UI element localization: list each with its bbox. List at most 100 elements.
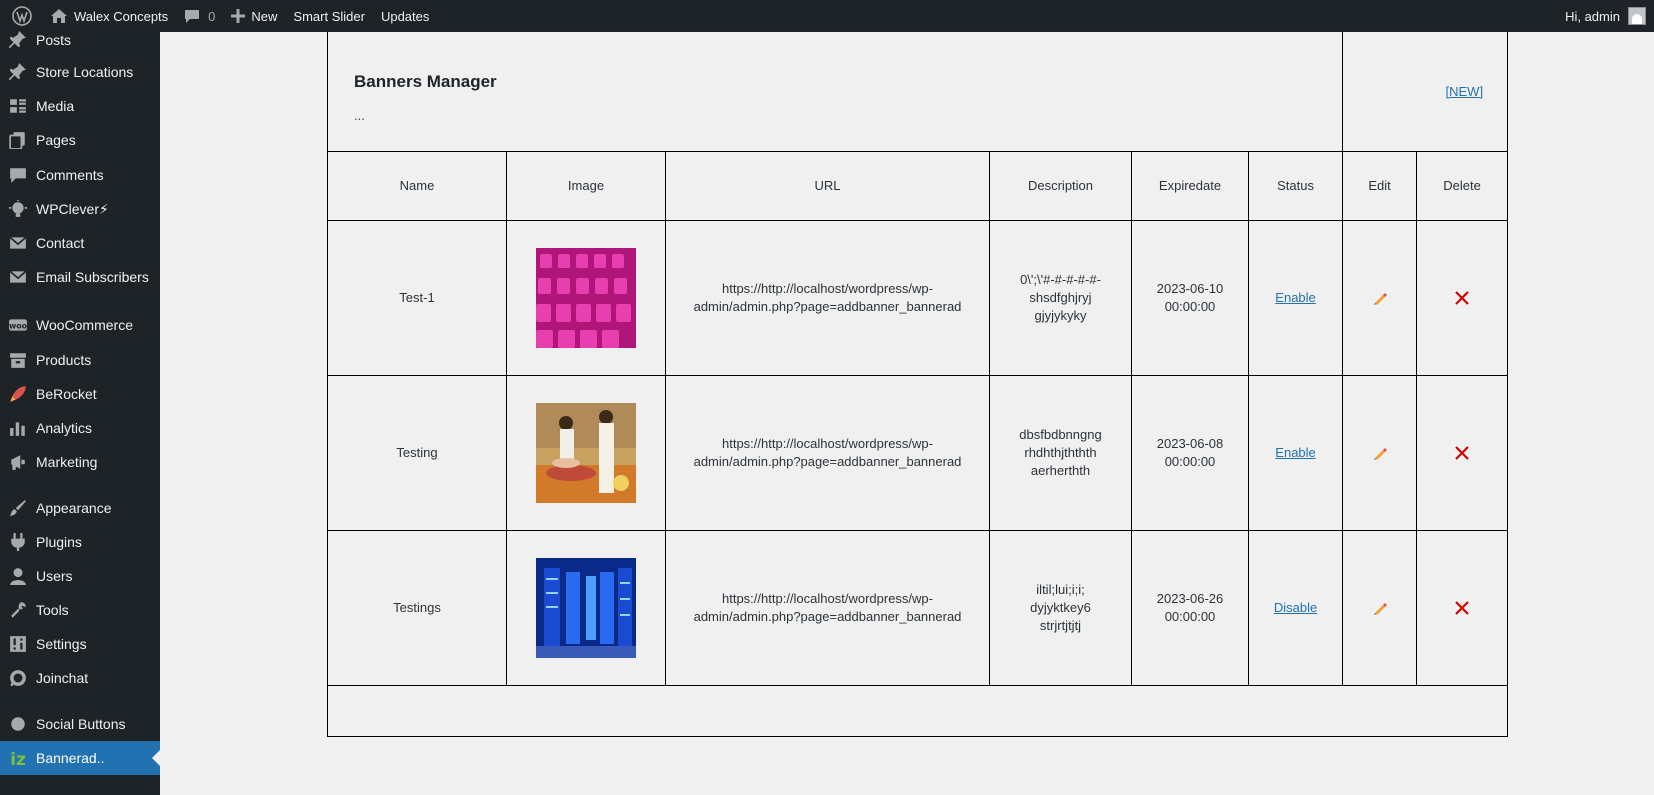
sidebar-item-social-buttons[interactable]: Social Buttons <box>0 707 160 741</box>
sidebar-item-label: Social Buttons <box>36 716 126 732</box>
sidebar-item-label: Comments <box>36 167 104 183</box>
whatsapp-icon <box>0 669 36 687</box>
sidebar-item-label: Joinchat <box>36 670 89 686</box>
admin-sidebar: Posts Store Locations Media Pages Comments WP… <box>0 31 160 795</box>
banner-image-cell <box>506 219 666 376</box>
delete-x-icon[interactable] <box>1454 445 1470 461</box>
table-footer-row <box>326 684 1509 737</box>
settings-icon <box>0 635 36 653</box>
new-content-link[interactable]: New <box>223 0 285 32</box>
description-line: iltil;lui;i;i; <box>1036 581 1085 597</box>
greeting: Hi, admin <box>1565 8 1620 24</box>
time-line: 00:00:00 <box>1164 453 1216 469</box>
sidebar-item-media[interactable]: Media <box>0 89 160 123</box>
column-header: Status <box>1247 150 1344 221</box>
banner-thumbnail-spa <box>536 402 636 503</box>
pencil-icon[interactable] <box>1372 445 1388 461</box>
sidebar-item-marketing[interactable]: Marketing <box>0 445 160 479</box>
sidebar-item-posts[interactable]: Posts <box>0 23 160 57</box>
sidebar-item-appearance[interactable]: Appearance <box>0 491 160 525</box>
rocket-icon <box>0 385 36 403</box>
page-header: Banners Manager ... <box>326 32 1344 152</box>
sidebar-item-label: WooCommerce <box>36 317 133 333</box>
sidebar-item-label: Products <box>36 352 92 368</box>
sidebar-item-berocket[interactable]: BeRocket <box>0 377 160 411</box>
sidebar-item-users[interactable]: Users <box>0 559 160 593</box>
sidebar-item-tools[interactable]: Tools <box>0 593 160 627</box>
edit-cell <box>1342 529 1418 686</box>
sidebar-item-comments[interactable]: Comments <box>0 158 160 192</box>
current-menu-arrow <box>152 750 160 766</box>
status-toggle-link[interactable]: Enable <box>1275 290 1315 305</box>
sidebar-item-wpclever[interactable]: WPClever⚡ <box>0 192 160 226</box>
pencil-icon[interactable] <box>1372 290 1388 306</box>
sidebar-item-settings[interactable]: Settings <box>0 627 160 661</box>
mail-icon <box>0 268 36 286</box>
description-line: dbsfbdbnngng <box>1019 426 1102 442</box>
sidebar-item-plugins[interactable]: Plugins <box>0 525 160 559</box>
banner-url: https://http://localhost/wordpress/wp-ad… <box>665 219 990 376</box>
updates-link[interactable]: Updates <box>373 0 437 32</box>
pushpin-icon <box>0 63 36 81</box>
sidebar-item-label: Contact <box>36 235 85 251</box>
pages-icon <box>0 131 36 149</box>
status-toggle-link[interactable]: Enable <box>1275 445 1315 460</box>
smart-slider-link[interactable]: Smart Slider <box>285 0 373 32</box>
column-header: Image <box>506 150 666 221</box>
comment-icon <box>0 166 36 184</box>
description-line: 0\';\'#-#-#-#-#- <box>1020 271 1101 287</box>
mail-icon <box>0 234 36 252</box>
share-icon <box>0 715 36 733</box>
megaphone-icon <box>0 453 36 471</box>
url-line: admin/admin.php?page=addbanner_bannerad <box>693 608 962 624</box>
description-line: shsdfghjryj <box>1029 289 1092 305</box>
svg-text:woo: woo <box>9 321 27 330</box>
sidebar-item-store-locations[interactable]: Store Locations <box>0 55 160 89</box>
sidebar-item-joinchat[interactable]: Joinchat <box>0 661 160 695</box>
comments-count: 0 <box>208 8 216 24</box>
table-footer <box>326 684 1509 737</box>
pencil-icon[interactable] <box>1372 600 1388 616</box>
delete-cell <box>1416 219 1509 376</box>
iz-icon: iz <box>0 749 36 767</box>
sidebar-item-email-subscribers[interactable]: Email Subscribers <box>0 260 160 294</box>
delete-cell <box>1416 374 1509 531</box>
home-icon <box>51 9 67 23</box>
lightbulb-icon <box>0 200 36 218</box>
delete-x-icon[interactable] <box>1454 290 1470 306</box>
sidebar-item-label: Settings <box>36 636 87 652</box>
chart-icon <box>0 419 36 437</box>
edit-cell <box>1342 219 1418 376</box>
sidebar-item-contact[interactable]: Contact <box>0 226 160 260</box>
status-toggle-link[interactable]: Disable <box>1274 600 1317 615</box>
admin-bar: Walex Concepts 0 New Smart Slider Update… <box>0 0 1654 32</box>
url-line: https://http://localhost/wordpress/wp- <box>722 280 933 296</box>
sidebar-item-label: Media <box>36 98 75 114</box>
description-line: rhdhthjththth <box>1024 444 1097 460</box>
page-subtitle: ... <box>354 108 365 123</box>
sidebar-item-products[interactable]: Products <box>0 343 160 377</box>
table-header-row: Name Image URL Description Expiredate St… <box>327 150 1509 221</box>
site-name: Walex Concepts <box>74 8 169 24</box>
sidebar-item-label: Store Locations <box>36 64 134 80</box>
sidebar-item-woocommerce[interactable]: woo WooCommerce <box>0 308 160 342</box>
sidebar-item-label: Posts <box>36 32 72 48</box>
banner-expiredate: 2023-06-08 00:00:00 <box>1131 374 1249 531</box>
time-line: 00:00:00 <box>1164 298 1216 314</box>
delete-x-icon[interactable] <box>1454 600 1470 616</box>
sidebar-item-analytics[interactable]: Analytics <box>0 411 160 445</box>
sidebar-item-bannerad[interactable]: iz Bannerad.. <box>0 741 160 775</box>
sidebar-item-label: Analytics <box>36 420 93 436</box>
new-label: New <box>251 8 278 24</box>
banner-url: https://http://localhost/wordpress/wp-ad… <box>665 529 990 686</box>
sidebar-item-pages[interactable]: Pages <box>0 123 160 157</box>
sidebar-item-label: Pages <box>36 132 76 148</box>
my-account[interactable]: Hi, admin <box>1565 0 1646 32</box>
comments-link[interactable]: 0 <box>176 0 223 32</box>
updates-label: Updates <box>380 8 430 24</box>
sidebar-item-label: WPClever⚡ <box>36 200 109 217</box>
sidebar-item-label: Users <box>36 568 73 584</box>
new-banner-link[interactable]: [NEW] <box>1446 84 1484 99</box>
banner-description: dbsfbdbnngng rhdhthjththth aerherthth <box>989 374 1132 531</box>
date-line: 2023-06-08 <box>1156 435 1224 451</box>
